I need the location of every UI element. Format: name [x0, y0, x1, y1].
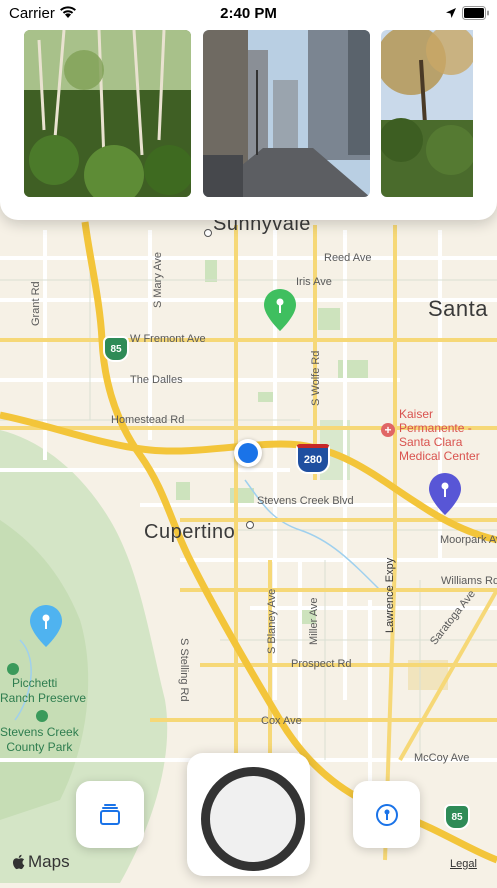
park-line: County Park [6, 740, 73, 754]
capture-button-card[interactable] [187, 753, 310, 876]
photo-carousel-panel[interactable] [0, 0, 497, 220]
tree-photo [381, 30, 473, 197]
apple-maps-logo: Maps [12, 852, 70, 872]
city-street-photo [203, 30, 370, 197]
forest-photo [24, 30, 191, 197]
stack-icon [100, 803, 120, 825]
park-line: Stevens Creek [0, 725, 79, 739]
street-label: W Fremont Ave [130, 333, 206, 345]
park-line: Picchetti [12, 676, 58, 690]
street-label: McCoy Ave [414, 752, 470, 764]
shield-label: 280 [303, 454, 323, 466]
park-label-picchetti[interactable]: Picchetti Ranch Preserve [0, 676, 86, 706]
poi-label-kaiser[interactable]: Kaiser Permanente - Santa Clara Medical … [399, 407, 480, 463]
street-label: Moorpark Ave [440, 534, 497, 546]
street-label: S Wolfe Rd [310, 350, 322, 406]
photo-thumbnail-tree[interactable] [381, 30, 473, 197]
highway-shield-85: 85 [444, 804, 470, 830]
city-dot-cupertino [246, 521, 254, 529]
poi-line: Permanente - [399, 421, 472, 435]
street-label: Miller Ave [308, 597, 320, 645]
street-label: Lawrence Expy [384, 557, 396, 633]
park-icon [7, 663, 19, 675]
highway-shield-85: 85 [103, 336, 129, 362]
map-pin-green[interactable] [263, 288, 297, 332]
poi-line: Santa Clara [399, 435, 463, 449]
street-label: Homestead Rd [111, 414, 185, 426]
street-label: Reed Ave [324, 252, 372, 264]
compass-pin-icon [375, 803, 398, 826]
shield-label: 85 [451, 811, 463, 823]
clock-time: 2:40 PM [220, 5, 277, 22]
highway-shield-280: 280 [296, 444, 330, 474]
street-label: Cox Ave [261, 715, 302, 727]
apple-logo-icon [12, 854, 25, 870]
street-label: S Mary Ave [152, 251, 164, 308]
location-button[interactable] [353, 781, 420, 848]
photo-thumbnail-city-street[interactable] [203, 30, 370, 197]
maps-logo-text: Maps [28, 852, 70, 871]
user-location-core [238, 443, 258, 463]
street-label: S Blaney Ave [266, 588, 278, 654]
street-label: Stevens Creek Blvd [257, 495, 354, 507]
battery-icon [462, 6, 489, 20]
location-arrow-icon [446, 8, 456, 18]
layers-button[interactable] [76, 781, 144, 848]
poi-line: Kaiser [399, 407, 434, 421]
map-pin-blue[interactable] [29, 604, 63, 648]
park-label-stevens-creek[interactable]: Stevens Creek County Park [0, 725, 79, 755]
shield-label: 85 [110, 343, 122, 355]
park-icon [36, 710, 48, 722]
city-dot-sunnyvale [204, 229, 212, 237]
street-label: Grant Rd [30, 281, 42, 326]
legal-link[interactable]: Legal [450, 858, 477, 870]
street-label: The Dalles [130, 374, 183, 386]
city-label-cupertino: Cupertino [144, 521, 236, 543]
hospital-icon[interactable]: + [381, 423, 395, 437]
city-label-santa: Santa [428, 296, 488, 321]
map-pin-purple[interactable] [428, 472, 462, 516]
street-label: Iris Ave [296, 276, 332, 288]
photo-thumbnail-forest[interactable] [24, 30, 191, 197]
street-label: Prospect Rd [291, 658, 352, 670]
shutter-button[interactable] [201, 767, 305, 871]
street-label: S Stelling Rd [178, 638, 190, 702]
user-location-dot [234, 439, 262, 467]
street-label: Williams Rd [441, 575, 497, 587]
status-bar: Carrier 2:40 PM [0, 0, 497, 28]
park-line: Ranch Preserve [0, 691, 87, 705]
poi-line: Medical Center [399, 449, 480, 463]
